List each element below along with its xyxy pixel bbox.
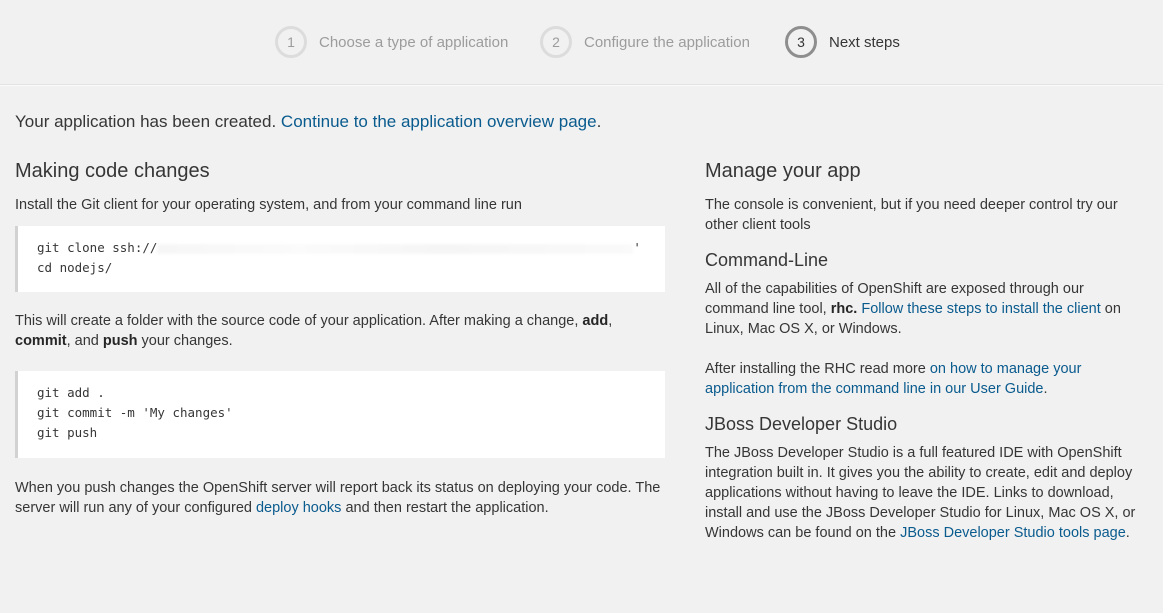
redacted-repo-url: [157, 243, 634, 254]
cd-command: cd nodejs/: [37, 260, 113, 275]
manage-app-intro: The console is convenient, but if you ne…: [705, 197, 1118, 233]
after-push-part2: and then restart the application.: [345, 500, 549, 516]
step-next-steps: 3 Next steps: [785, 25, 900, 59]
wizard-steps: 1 Choose a type of application 2 Configu…: [0, 0, 1163, 85]
git-push-command: git push: [37, 425, 98, 440]
jboss-tools-link[interactable]: JBoss Developer Studio tools page: [900, 525, 1126, 541]
rhc-bold: rhc.: [830, 301, 858, 317]
git-commit-command: git commit -m 'My changes': [37, 405, 233, 420]
step-label: Configure the application: [584, 33, 750, 51]
jboss-heading: JBoss Developer Studio: [705, 414, 898, 434]
clone-quote: ': [633, 240, 641, 255]
after-push-text: When you push changes the OpenShift serv…: [15, 478, 665, 518]
manage-app-heading: Manage your app: [705, 160, 861, 182]
command-line-text: All of the capabilities of OpenShift are…: [705, 279, 1145, 339]
creation-message: Your application has been created. Conti…: [15, 112, 601, 132]
and-text: , and: [66, 333, 99, 349]
rhc-guide-suffix: .: [1043, 381, 1048, 397]
creation-text: Your application has been created.: [15, 112, 277, 131]
clone-command: git clone ssh://: [37, 240, 158, 255]
push-bold: push: [102, 333, 138, 349]
step-configure[interactable]: 2 Configure the application: [540, 25, 750, 59]
jboss-text: The JBoss Developer Studio is a full fea…: [705, 443, 1145, 543]
git-clone-code-block[interactable]: git clone ssh:// ' cd nodejs/: [15, 226, 665, 292]
rhc-guide-part1: After installing the RHC read more: [705, 361, 926, 377]
step-choose-type[interactable]: 1 Choose a type of application: [275, 25, 508, 59]
creation-suffix: .: [596, 112, 602, 131]
making-code-changes-heading: Making code changes: [15, 160, 210, 182]
rhc-guide-text: After installing the RHC read more on ho…: [705, 359, 1145, 399]
step-number: 3: [785, 26, 817, 58]
install-client-link[interactable]: Follow these steps to install the client: [861, 301, 1100, 317]
git-add-command: git add .: [37, 385, 105, 400]
after-clone-part2: your changes.: [141, 333, 233, 349]
step-number: 1: [275, 26, 307, 58]
comma: ,: [608, 313, 613, 329]
command-line-heading: Command-Line: [705, 250, 829, 270]
git-intro-text: Install the Git client for your operatin…: [15, 197, 522, 213]
jboss-suffix: .: [1125, 525, 1130, 541]
commit-bold: commit: [15, 333, 67, 349]
step-label: Next steps: [829, 33, 900, 51]
making-code-changes-section: Making code changes Install the Git clie…: [15, 160, 665, 518]
add-bold: add: [582, 313, 609, 329]
overview-page-link[interactable]: Continue to the application overview pag…: [281, 112, 597, 131]
manage-app-section: Manage your app The console is convenien…: [705, 160, 1145, 543]
step-number: 2: [540, 26, 572, 58]
deploy-hooks-link[interactable]: deploy hooks: [256, 500, 341, 516]
step-label: Choose a type of application: [319, 33, 509, 51]
after-clone-text: This will create a folder with the sourc…: [15, 311, 665, 351]
after-clone-part1: This will create a folder with the sourc…: [15, 313, 579, 329]
git-push-code-block[interactable]: git add . git commit -m 'My changes' git…: [15, 371, 665, 458]
